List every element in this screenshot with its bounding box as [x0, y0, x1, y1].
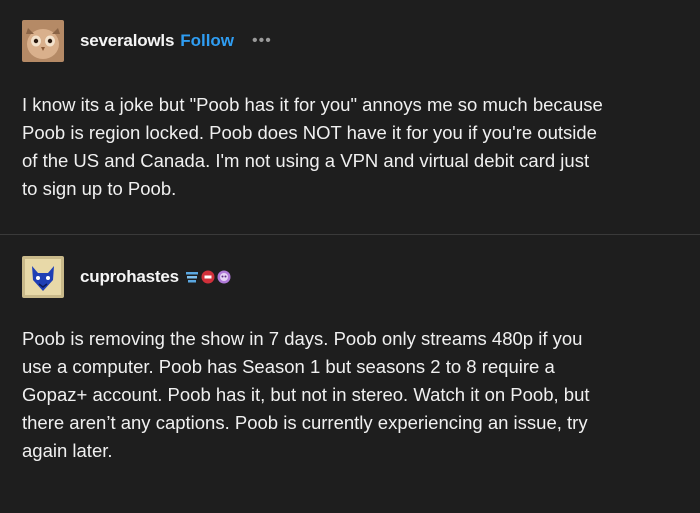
post-cuprohastes: cuprohastes Poob is removing the show in…: [0, 235, 700, 513]
badges: [185, 270, 231, 284]
post-header: cuprohastes: [22, 256, 231, 298]
purple-bot-badge-icon[interactable]: [217, 270, 231, 284]
stack-badge-icon[interactable]: [185, 270, 199, 284]
post-body: Poob is removing the show in 7 days. Poo…: [22, 328, 590, 461]
owl-avatar-icon[interactable]: [22, 20, 64, 62]
follow-button[interactable]: Follow: [180, 31, 234, 51]
blue-fox-avatar-icon[interactable]: [22, 256, 64, 298]
post-header: severalowls Follow •••: [22, 20, 272, 62]
username[interactable]: severalowls: [80, 31, 174, 51]
username[interactable]: cuprohastes: [80, 267, 179, 287]
red-shield-badge-icon[interactable]: [201, 270, 215, 284]
more-options-icon[interactable]: •••: [252, 33, 272, 49]
post-severalowls: severalowls Follow ••• I know its a joke…: [0, 0, 700, 234]
post-body: I know its a joke but "Poob has it for y…: [22, 94, 603, 199]
